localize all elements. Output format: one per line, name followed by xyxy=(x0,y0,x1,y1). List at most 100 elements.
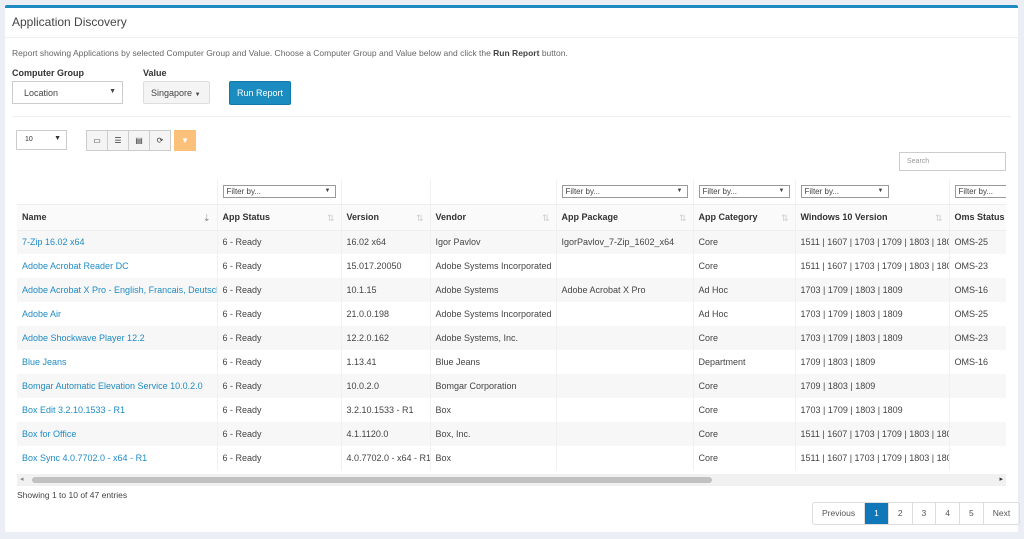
app-name-link[interactable]: Adobe Air xyxy=(22,309,61,319)
column-header-app-category[interactable]: App Category ⇅ xyxy=(693,204,796,231)
export-excel-icon[interactable]: ▤ xyxy=(128,130,150,151)
cell-app-category: Ad Hoc xyxy=(693,278,796,302)
pagination-page-2[interactable]: 2 xyxy=(887,503,912,524)
report-panel: Application Discovery Report showing App… xyxy=(5,5,1021,532)
search-input[interactable]: Search xyxy=(899,152,1006,171)
app-name-link[interactable]: Box Sync 4.0.7702.0 - x64 - R1 xyxy=(22,453,147,463)
cell-oms-status: OMS-25 xyxy=(949,302,1006,326)
app-name-link[interactable]: Adobe Acrobat Reader DC xyxy=(22,261,129,271)
cell-app-category: Core xyxy=(693,446,796,470)
pagination-previous[interactable]: Previous xyxy=(813,503,864,524)
caret-down-icon: ▼ xyxy=(877,188,884,195)
page-length-select[interactable]: 10 ▼ xyxy=(16,130,67,150)
filter-app-category[interactable]: Filter by... ▼ xyxy=(693,180,796,205)
app-name-link[interactable]: 7-Zip 16.02 x64 xyxy=(22,237,85,247)
table-toolbar: ▭ ☰ ▤ ⟳ ▼ xyxy=(86,130,196,151)
scroll-left-icon[interactable]: ◂ xyxy=(20,475,24,483)
table-row: Adobe Air 6 - Ready 21.0.0.198 Adobe System… xyxy=(17,302,1006,326)
cell-app-category: Core xyxy=(693,422,796,446)
filter-cell-empty xyxy=(430,180,557,205)
cell-version: 1.13.41 xyxy=(341,350,431,374)
app-name-link[interactable]: Box Edit 3.2.10.1533 - R1 xyxy=(22,405,125,415)
cell-name: 7-Zip 16.02 x64 xyxy=(17,230,218,254)
column-header-name[interactable]: Name ⇣ xyxy=(17,204,218,231)
cell-app-package xyxy=(556,374,694,398)
monitor-icon[interactable]: ▭ xyxy=(86,130,108,151)
cell-app-package xyxy=(556,422,694,446)
table-row: Adobe Acrobat Reader DC 6 - Ready 15.017.2… xyxy=(17,254,1006,278)
cell-windows-10-version: 1511 | 1607 | 1703 | 1709 | 1803 | 1809 xyxy=(795,254,950,278)
cell-name: Box Sync 4.0.7702.0 - x64 - R1 xyxy=(17,446,218,470)
filter-icon[interactable]: ▼ xyxy=(174,130,196,151)
column-header-app-package[interactable]: App Package ⇅ xyxy=(556,204,694,231)
column-header-app-status[interactable]: App Status ⇅ xyxy=(217,204,342,231)
table-row: Box Sync 4.0.7702.0 - x64 - R1 6 - Ready 4… xyxy=(17,446,1006,470)
column-header-label: Windows 10 Version xyxy=(800,212,888,222)
caret-down-icon: ▼ xyxy=(324,188,331,195)
column-header-label: App Category xyxy=(698,212,758,222)
cell-app-category: Core xyxy=(693,326,796,350)
cell-app-package: IgorPavlov_7-Zip_1602_x64 xyxy=(556,230,694,254)
sort-icon: ⇅ xyxy=(415,212,424,223)
column-header-oms-status[interactable]: Oms Status xyxy=(949,204,1006,231)
cell-vendor: Adobe Systems Incorporated xyxy=(430,302,557,326)
cell-app-status: 6 - Ready xyxy=(217,254,342,278)
value-dropdown[interactable]: Singapore ▼ xyxy=(143,81,210,104)
app-name-link[interactable]: Blue Jeans xyxy=(22,357,67,367)
table-row: Adobe Shockwave Player 12.2 6 - Ready 12.2… xyxy=(17,326,1006,350)
cell-app-package xyxy=(556,302,694,326)
horizontal-scrollbar[interactable]: ◂ ▸ xyxy=(17,474,1006,486)
filter-windows-version[interactable]: Filter by... ▼ xyxy=(795,180,950,205)
pagination-page-4[interactable]: 4 xyxy=(935,503,959,524)
column-header-windows-10-version[interactable]: Windows 10 Version ⇅ xyxy=(795,204,950,231)
entries-info: Showing 1 to 10 of 47 entries xyxy=(17,490,128,500)
cell-app-category: Core xyxy=(693,374,796,398)
cell-version: 15.017.20050 xyxy=(341,254,431,278)
report-description: Report showing Applications by selected … xyxy=(12,48,568,58)
cell-version: 4.1.1120.0 xyxy=(341,422,431,446)
caret-down-icon: ▼ xyxy=(54,135,61,142)
cell-windows-10-version: 1703 | 1709 | 1803 | 1809 xyxy=(795,278,950,302)
pagination-next[interactable]: Next xyxy=(982,503,1019,524)
cell-name: Bomgar Automatic Elevation Service 10.0.… xyxy=(17,374,218,398)
caret-down-icon: ▼ xyxy=(778,188,785,195)
run-report-button[interactable]: Run Report xyxy=(229,81,291,105)
column-header-version[interactable]: Version ⇅ xyxy=(341,204,431,231)
scroll-right-icon[interactable]: ▸ xyxy=(999,475,1003,483)
cell-app-status: 6 - Ready xyxy=(217,374,342,398)
page-length-value: 10 xyxy=(25,136,33,143)
column-header-vendor[interactable]: Vendor ⇅ xyxy=(430,204,557,231)
sort-icon: ⇣ xyxy=(202,212,211,223)
cell-app-package xyxy=(556,350,694,374)
cell-version: 4.0.7702.0 - x64 - R1 xyxy=(341,446,431,470)
refresh-icon[interactable]: ⟳ xyxy=(149,130,171,151)
cell-name: Adobe Acrobat X Pro - English, Francais,… xyxy=(17,278,218,302)
cell-app-status: 6 - Ready xyxy=(217,230,342,254)
pagination-page-3[interactable]: 3 xyxy=(911,503,936,524)
computer-group-select[interactable]: Location ▼ xyxy=(12,81,123,104)
cell-vendor: Box xyxy=(430,446,557,470)
filter-oms-status[interactable]: Filter by...▼ xyxy=(949,180,1006,205)
scrollbar-thumb[interactable] xyxy=(32,477,712,483)
table-body: 7-Zip 16.02 x64 6 - Ready 16.02 x64 Igor Pa… xyxy=(17,230,1006,470)
filter-app-package[interactable]: Filter by... ▼ xyxy=(556,180,694,205)
column-header-label: App Status xyxy=(222,212,271,222)
cell-app-category: Core xyxy=(693,230,796,254)
cell-windows-10-version: 1709 | 1803 | 1809 xyxy=(795,350,950,374)
pagination-page-5[interactable]: 5 xyxy=(959,503,983,524)
app-name-link[interactable]: Adobe Acrobat X Pro - English, Francais,… xyxy=(22,285,216,295)
app-name-link[interactable]: Adobe Shockwave Player 12.2 xyxy=(22,333,145,343)
applications-table: Filter by... ▼ Filter by... ▼ Filter by...… xyxy=(17,180,1006,481)
column-list-icon[interactable]: ☰ xyxy=(107,130,129,151)
filter-app-status[interactable]: Filter by... ▼ xyxy=(217,180,342,205)
app-name-link[interactable]: Bomgar Automatic Elevation Service 10.0.… xyxy=(22,381,203,391)
pagination-page-1[interactable]: 1 xyxy=(864,503,888,524)
column-header-label: Name xyxy=(22,212,47,222)
app-name-link[interactable]: Box for Office xyxy=(22,429,76,439)
sort-icon: ⇅ xyxy=(678,212,687,223)
header-row: Name ⇣ App Status ⇅ Version ⇅ Vendor ⇅ App Packa… xyxy=(17,204,1006,231)
filter-cell-empty xyxy=(341,180,431,205)
cell-vendor: Bomgar Corporation xyxy=(430,374,557,398)
cell-oms-status: OMS-23 xyxy=(949,326,1006,350)
cell-oms-status xyxy=(949,446,1006,470)
